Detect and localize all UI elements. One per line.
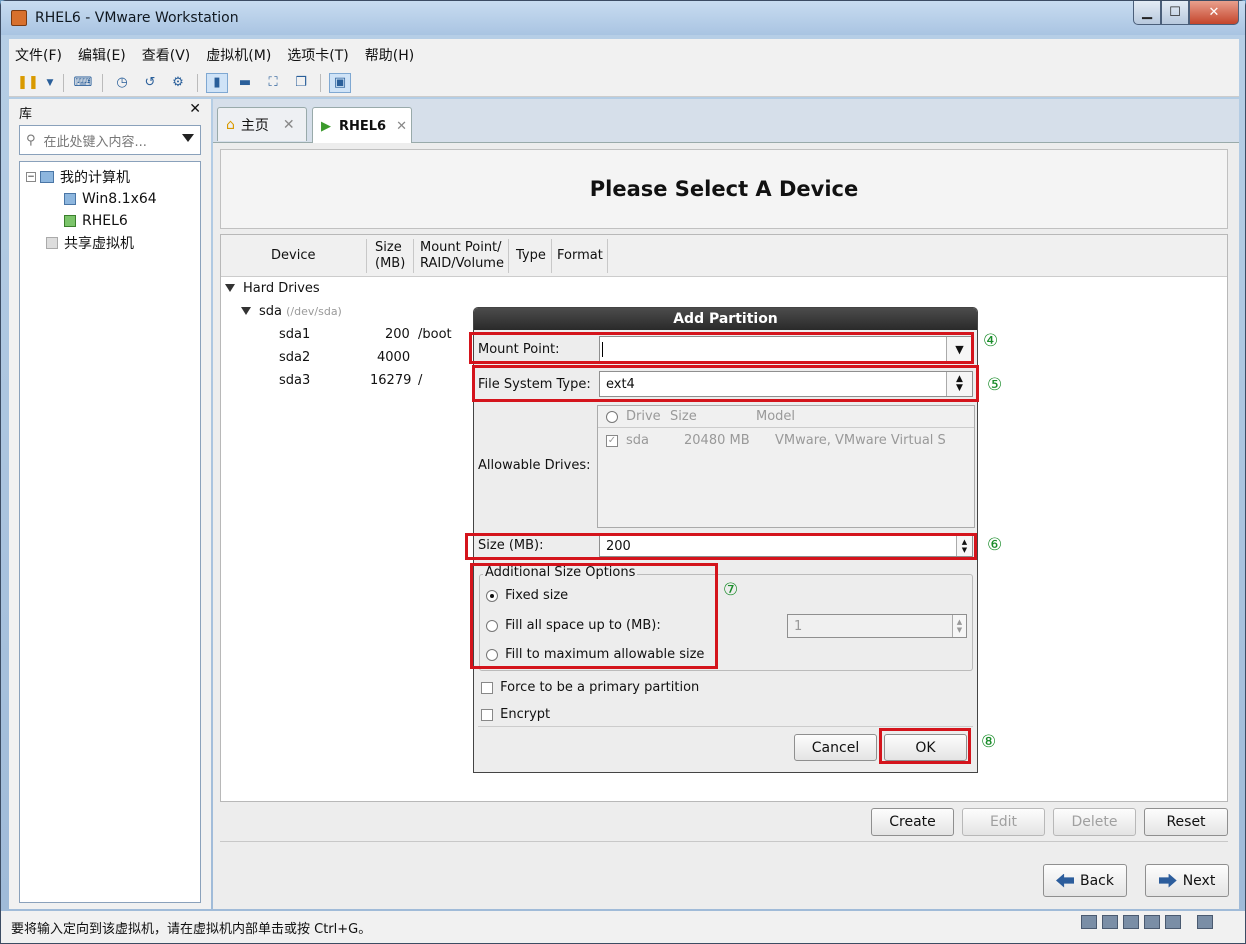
device-column-header: Device Size (MB) Mount Point/RAID/Volume …	[221, 235, 1227, 277]
library-search-input[interactable]: ⚲ 在此处键入内容...	[19, 125, 201, 155]
annotation-6: ⑥	[987, 535, 1003, 555]
delete-button[interactable]: Delete	[1053, 808, 1136, 836]
title-bar: RHEL6 - VMware Workstation ▁ ☐ ✕	[1, 1, 1245, 35]
highlight-mount-point	[469, 332, 974, 364]
console-view-icon[interactable]: ▣	[329, 72, 351, 93]
col-mount[interactable]: Mount Point/RAID/Volume	[420, 240, 504, 272]
fullscreen-icon[interactable]: ⛶	[262, 73, 284, 93]
maximize-button[interactable]: ☐	[1161, 1, 1189, 25]
toolbar: ❚❚ ▼ ⌨ ◷ ↺ ⚙ ▮ ▬ ⛶ ❐ ▣	[9, 69, 1239, 97]
library-header: 库	[19, 107, 33, 122]
annotation-7: ⑦	[723, 580, 739, 600]
send-ctrl-alt-del-icon[interactable]: ⌨	[72, 73, 94, 93]
tab-bar: ⌂ 主页 ✕ ▶ RHEL6 ✕	[213, 99, 1239, 144]
sound-status-icon[interactable]	[1165, 915, 1181, 929]
annotation-5: ⑤	[987, 375, 1003, 395]
menu-help[interactable]: 帮助(H)	[365, 45, 414, 65]
expand-icon[interactable]	[225, 284, 235, 292]
cancel-button[interactable]: Cancel	[794, 734, 877, 761]
revert-snapshot-icon[interactable]: ↺	[139, 73, 161, 93]
computer-icon	[40, 171, 54, 183]
hdd-status-icon[interactable]	[1081, 915, 1097, 929]
highlight-size-options	[470, 563, 718, 669]
col-format[interactable]: Format	[557, 248, 603, 264]
menu-tabs[interactable]: 选项卡(T)	[287, 45, 348, 65]
expand-icon[interactable]	[241, 307, 251, 315]
shared-vm-icon	[46, 237, 58, 249]
checkbox-icon[interactable]	[481, 681, 493, 694]
snapshot-manager-icon[interactable]: ⚙	[167, 73, 189, 93]
tree-item-rhel6[interactable]: RHEL6	[20, 210, 200, 232]
annotation-4: ④	[983, 331, 999, 351]
menu-view[interactable]: 查看(V)	[142, 45, 191, 65]
running-vm-icon	[64, 215, 76, 227]
next-arrow-icon	[1158, 873, 1177, 888]
printer-status-icon[interactable]	[1144, 915, 1160, 929]
minimize-button[interactable]: ▁	[1133, 1, 1161, 25]
drive-checkbox[interactable]: ✓	[606, 435, 618, 447]
search-dropdown-icon[interactable]	[182, 134, 194, 142]
edit-button[interactable]: Edit	[962, 808, 1045, 836]
highlight-ok	[879, 728, 971, 764]
spin-icon[interactable]: ▲ ▼	[952, 615, 966, 637]
vmware-app-icon	[11, 10, 27, 26]
create-button[interactable]: Create	[871, 808, 954, 836]
dialog-title: Add Partition	[474, 308, 977, 330]
reset-button[interactable]: Reset	[1144, 808, 1228, 836]
show-library-icon[interactable]: ▮	[206, 72, 228, 93]
checkbox-icon[interactable]	[481, 708, 493, 721]
close-library-icon[interactable]: ✕	[189, 101, 201, 117]
highlight-size	[465, 533, 977, 560]
dropdown-icon[interactable]: ▼	[45, 73, 55, 93]
pause-icon[interactable]: ❚❚	[17, 73, 39, 93]
highlight-fs-type	[472, 365, 979, 402]
menu-bar: 文件(F) 编辑(E) 查看(V) 虚拟机(M) 选项卡(T) 帮助(H)	[9, 39, 1239, 71]
vmware-window: RHEL6 - VMware Workstation ▁ ☐ ✕ 文件(F) 编…	[0, 0, 1246, 944]
close-button[interactable]: ✕	[1189, 1, 1239, 25]
next-button[interactable]: Next	[1145, 864, 1229, 897]
encrypt-checkbox[interactable]: Encrypt	[481, 707, 550, 722]
annotation-8: ⑧	[981, 732, 997, 752]
tree-item-my-computer[interactable]: − 我的计算机	[20, 166, 200, 188]
select-all-icon	[606, 411, 618, 423]
collapse-icon[interactable]: −	[26, 172, 36, 182]
snapshot-icon[interactable]: ◷	[111, 73, 133, 93]
tree-item-win81[interactable]: Win8.1x64	[20, 188, 200, 210]
library-tree: − 我的计算机 Win8.1x64 RHEL6 共享虚拟机	[19, 161, 201, 903]
back-arrow-icon	[1056, 873, 1074, 888]
drive-row[interactable]: ✓ sda 20480 MB VMware, VMware Virtual S	[598, 430, 974, 452]
menu-vm[interactable]: 虚拟机(M)	[206, 45, 271, 65]
library-panel: 库 ✕ ⚲ 在此处键入内容... − 我的计算机 Win8.1x64 RHEL6	[9, 99, 211, 909]
allowable-drives-label: Allowable Drives:	[478, 458, 591, 473]
window-title: RHEL6 - VMware Workstation	[35, 10, 239, 26]
cdrom-status-icon[interactable]	[1102, 915, 1118, 929]
home-icon: ⌂	[226, 116, 235, 133]
fill-upto-spinbox[interactable]: 1 ▲ ▼	[787, 614, 967, 638]
tree-row-hard-drives[interactable]: Hard Drives	[225, 281, 320, 296]
page-title: Please Select A Device	[220, 149, 1228, 229]
force-primary-checkbox[interactable]: Force to be a primary partition	[481, 680, 699, 695]
unity-icon[interactable]: ❐	[290, 73, 312, 93]
tree-item-shared-vms[interactable]: 共享虚拟机	[20, 232, 200, 254]
search-icon: ⚲	[26, 132, 36, 148]
close-tab-icon[interactable]: ✕	[396, 119, 407, 134]
tree-row-sda[interactable]: sda (/dev/sda)	[241, 304, 342, 319]
network-status-icon[interactable]	[1123, 915, 1139, 929]
tab-home[interactable]: ⌂ 主页 ✕	[217, 107, 307, 141]
col-size[interactable]: Size (MB)	[375, 240, 405, 272]
tab-rhel6[interactable]: ▶ RHEL6 ✕	[312, 107, 412, 144]
vm-icon	[64, 193, 76, 205]
thumbnail-bar-icon[interactable]: ▬	[234, 73, 256, 93]
col-type[interactable]: Type	[516, 248, 546, 264]
close-tab-icon[interactable]: ✕	[283, 117, 295, 133]
back-button[interactable]: Back	[1043, 864, 1127, 897]
vm-tab-icon: ▶	[321, 118, 331, 134]
allowable-drives-list[interactable]: Drive Size Model ✓ sda 20480 MB VMware, …	[597, 405, 975, 528]
message-status-icon[interactable]	[1197, 915, 1213, 929]
menu-edit[interactable]: 编辑(E)	[78, 45, 126, 65]
col-device[interactable]: Device	[271, 248, 315, 264]
menu-file[interactable]: 文件(F)	[15, 45, 62, 65]
status-bar: 要将输入定向到该虚拟机，请在虚拟机内部单击或按 Ctrl+G。	[1, 911, 1245, 943]
